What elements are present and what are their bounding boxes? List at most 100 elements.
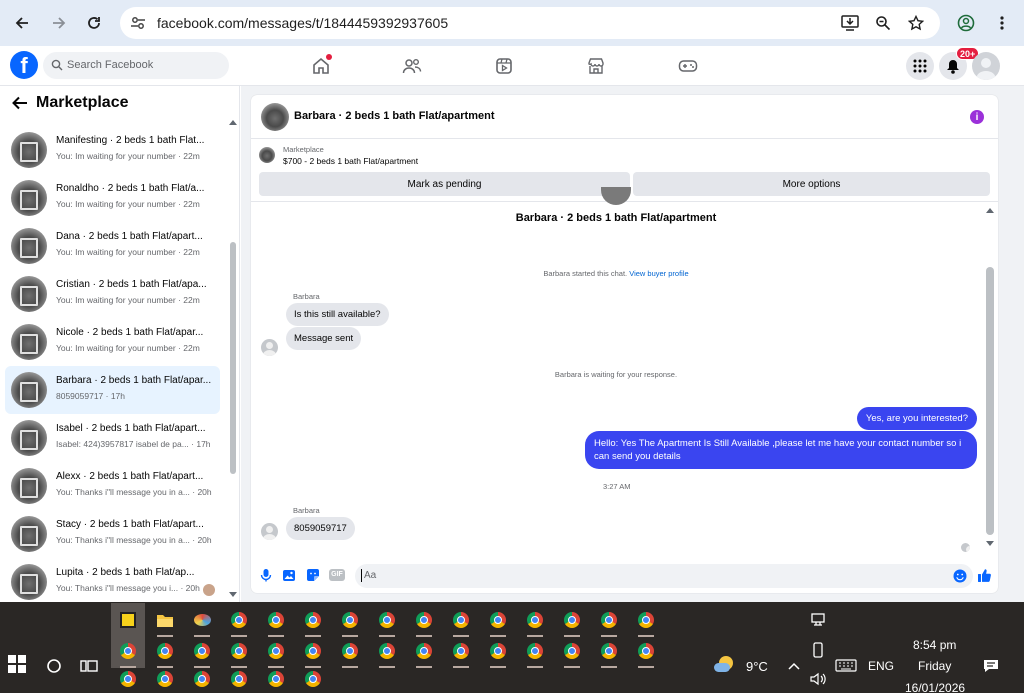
conversation-item-active[interactable]: Barbara · 2 beds 1 bath Flat/apar... 805… bbox=[5, 366, 220, 414]
chrome-window[interactable] bbox=[518, 603, 552, 637]
search-button[interactable] bbox=[37, 649, 71, 683]
listing-price[interactable]: $700 - 2 beds 1 bath Flat/apartment bbox=[283, 156, 418, 166]
view-buyer-profile-link[interactable]: View buyer profile bbox=[629, 269, 688, 278]
attach-photo-button[interactable] bbox=[281, 567, 297, 583]
chrome-window-active[interactable] bbox=[111, 634, 145, 668]
account-avatar[interactable] bbox=[972, 52, 1000, 80]
chrome-window[interactable] bbox=[296, 603, 330, 637]
bookmark-button[interactable] bbox=[906, 13, 926, 33]
conversation-item[interactable]: Stacy · 2 beds 1 bath Flat/apart... You:… bbox=[5, 510, 220, 558]
chrome-window[interactable] bbox=[444, 634, 478, 668]
chrome-window[interactable] bbox=[333, 603, 367, 637]
chrome-window[interactable] bbox=[407, 634, 441, 668]
chrome-window[interactable] bbox=[185, 634, 219, 668]
profile-button[interactable] bbox=[954, 11, 978, 35]
zoom-button[interactable] bbox=[873, 13, 893, 33]
chrome-window[interactable] bbox=[296, 665, 330, 693]
menu-button[interactable] bbox=[906, 52, 934, 80]
browser-menu-button[interactable] bbox=[990, 11, 1014, 35]
search-input[interactable]: Search Facebook bbox=[43, 52, 229, 79]
scroll-down-arrow-icon[interactable] bbox=[986, 541, 994, 546]
chat-scroll-thumb[interactable] bbox=[986, 267, 994, 535]
outgoing-message[interactable]: Yes, are you interested? bbox=[856, 407, 977, 430]
chrome-window[interactable] bbox=[222, 634, 256, 668]
clock-date[interactable]: 16/01/2026 bbox=[905, 681, 965, 693]
sticky-notes-app[interactable] bbox=[111, 603, 145, 637]
chrome-window[interactable] bbox=[592, 634, 626, 668]
chrome-window[interactable] bbox=[148, 665, 182, 693]
incoming-message[interactable]: 8059059717 bbox=[286, 517, 355, 540]
network-button[interactable] bbox=[808, 610, 828, 630]
chrome-window[interactable] bbox=[148, 634, 182, 668]
reload-button[interactable] bbox=[82, 11, 106, 35]
chrome-window[interactable] bbox=[629, 603, 663, 637]
voice-clip-button[interactable] bbox=[258, 567, 274, 583]
chrome-window[interactable] bbox=[592, 603, 626, 637]
clock-time[interactable]: 8:54 pm bbox=[913, 638, 956, 652]
chrome-window[interactable] bbox=[185, 665, 219, 693]
language-indicator[interactable]: ENG bbox=[868, 659, 894, 673]
chrome-window[interactable] bbox=[370, 603, 404, 637]
weather-widget[interactable] bbox=[714, 655, 734, 675]
chrome-window[interactable] bbox=[222, 603, 256, 637]
incoming-message[interactable]: Is this still available? bbox=[286, 303, 389, 326]
chrome-window[interactable] bbox=[555, 603, 589, 637]
notification-center-button[interactable] bbox=[981, 656, 1001, 676]
task-view-button[interactable] bbox=[72, 649, 106, 683]
back-arrow-icon[interactable] bbox=[12, 96, 28, 110]
conversation-item[interactable]: Cristian · 2 beds 1 bath Flat/apa... You… bbox=[5, 270, 220, 318]
chrome-window[interactable] bbox=[444, 603, 478, 637]
chrome-window[interactable] bbox=[407, 603, 441, 637]
volume-button[interactable] bbox=[808, 669, 828, 689]
clock-day[interactable]: Friday bbox=[918, 659, 951, 673]
scroll-up-arrow-icon[interactable] bbox=[986, 208, 994, 213]
listing-thumbnail[interactable] bbox=[259, 147, 275, 163]
nav-friends[interactable] bbox=[400, 54, 424, 78]
chrome-window[interactable] bbox=[333, 634, 367, 668]
back-button[interactable] bbox=[10, 11, 34, 35]
chrome-window[interactable] bbox=[259, 603, 293, 637]
forward-button[interactable] bbox=[47, 11, 71, 35]
sender-avatar[interactable] bbox=[261, 339, 278, 356]
chat-avatar[interactable] bbox=[261, 103, 289, 131]
sidebar-scrollbar[interactable] bbox=[228, 116, 238, 602]
nav-marketplace[interactable] bbox=[584, 54, 608, 78]
chrome-window[interactable] bbox=[259, 634, 293, 668]
weather-temperature[interactable]: 9°C bbox=[746, 659, 768, 674]
conversation-item[interactable]: Ronaldho · 2 beds 1 bath Flat/a... You: … bbox=[5, 174, 220, 222]
emoji-icon[interactable] bbox=[953, 569, 967, 583]
message-input[interactable]: Aa bbox=[355, 564, 973, 588]
conversation-item[interactable]: Alexx · 2 beds 1 bath Flat/apart... You:… bbox=[5, 462, 220, 510]
conversation-item[interactable]: Lupita · 2 beds 1 bath Flat/ap... You: T… bbox=[5, 558, 220, 602]
chrome-window[interactable] bbox=[222, 665, 256, 693]
facebook-logo[interactable]: f bbox=[10, 51, 38, 79]
chrome-window[interactable] bbox=[481, 634, 515, 668]
gif-button[interactable]: GIF bbox=[329, 567, 345, 583]
conversation-item[interactable]: Dana · 2 beds 1 bath Flat/apart... You: … bbox=[5, 222, 220, 270]
sender-avatar[interactable] bbox=[261, 523, 278, 540]
incoming-message[interactable]: Message sent bbox=[286, 327, 362, 350]
scroll-up-arrow-icon[interactable] bbox=[229, 120, 237, 125]
site-settings-icon[interactable] bbox=[129, 14, 147, 32]
chrome-window[interactable] bbox=[555, 634, 589, 668]
chat-scrollbar[interactable] bbox=[984, 205, 996, 555]
chrome-window[interactable] bbox=[518, 634, 552, 668]
chrome-window[interactable] bbox=[370, 634, 404, 668]
scroll-down-arrow-icon[interactable] bbox=[229, 592, 237, 597]
mark-as-pending-button[interactable]: Mark as pending bbox=[259, 172, 630, 196]
paint-app[interactable] bbox=[185, 603, 219, 637]
show-hidden-icons-button[interactable] bbox=[784, 656, 804, 676]
file-explorer-app[interactable] bbox=[148, 603, 182, 637]
nav-gaming[interactable] bbox=[676, 54, 700, 78]
chrome-window[interactable] bbox=[481, 603, 515, 637]
chrome-window[interactable] bbox=[111, 665, 145, 693]
windows-start-icon[interactable] bbox=[8, 655, 26, 673]
chat-title[interactable]: Barbara · 2 beds 1 bath Flat/apartment bbox=[294, 110, 495, 122]
conversation-item[interactable]: Nicole · 2 beds 1 bath Flat/apar... You:… bbox=[5, 318, 220, 366]
like-button[interactable] bbox=[976, 567, 992, 583]
chrome-window[interactable] bbox=[629, 634, 663, 668]
more-options-button[interactable]: More options bbox=[633, 172, 990, 196]
outgoing-message[interactable]: Hello: Yes The Apartment Is Still Availa… bbox=[585, 431, 977, 469]
address-bar[interactable]: facebook.com/messages/t/1844459392937605 bbox=[120, 7, 940, 39]
conversation-item[interactable]: Isabel · 2 beds 1 bath Flat/apart... Isa… bbox=[5, 414, 220, 462]
